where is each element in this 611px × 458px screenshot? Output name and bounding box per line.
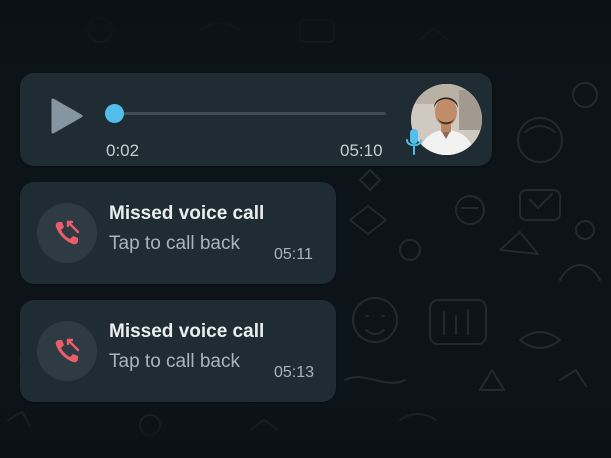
bottom-shade xyxy=(0,398,611,458)
top-shade xyxy=(0,0,611,70)
missed-call-bubble[interactable]: Missed voice call Tap to call back 05:11 xyxy=(20,182,336,284)
voice-progress-knob[interactable] xyxy=(104,104,124,123)
call-subtitle: Tap to call back xyxy=(109,233,240,254)
call-icon-badge[interactable] xyxy=(37,203,97,263)
voice-elapsed-time: 0:02 xyxy=(106,141,140,160)
missed-call-icon xyxy=(55,338,80,363)
voice-message-bubble[interactable]: 0:02 05:10 xyxy=(20,73,492,166)
call-time: 05:11 xyxy=(274,246,313,263)
call-title: Missed voice call xyxy=(109,203,265,224)
missed-call-icon xyxy=(55,220,80,245)
call-title: Missed voice call xyxy=(109,321,265,342)
call-subtitle: Tap to call back xyxy=(109,351,240,372)
missed-call-bubble[interactable]: Missed voice call Tap to call back 05:13 xyxy=(20,300,336,402)
voice-message-time: 05:10 xyxy=(340,141,383,160)
microphone-icon xyxy=(406,129,422,155)
call-time: 05:13 xyxy=(274,364,315,381)
play-icon[interactable] xyxy=(50,98,84,134)
call-icon-badge[interactable] xyxy=(37,321,97,381)
voice-progress-bar[interactable] xyxy=(104,104,386,123)
